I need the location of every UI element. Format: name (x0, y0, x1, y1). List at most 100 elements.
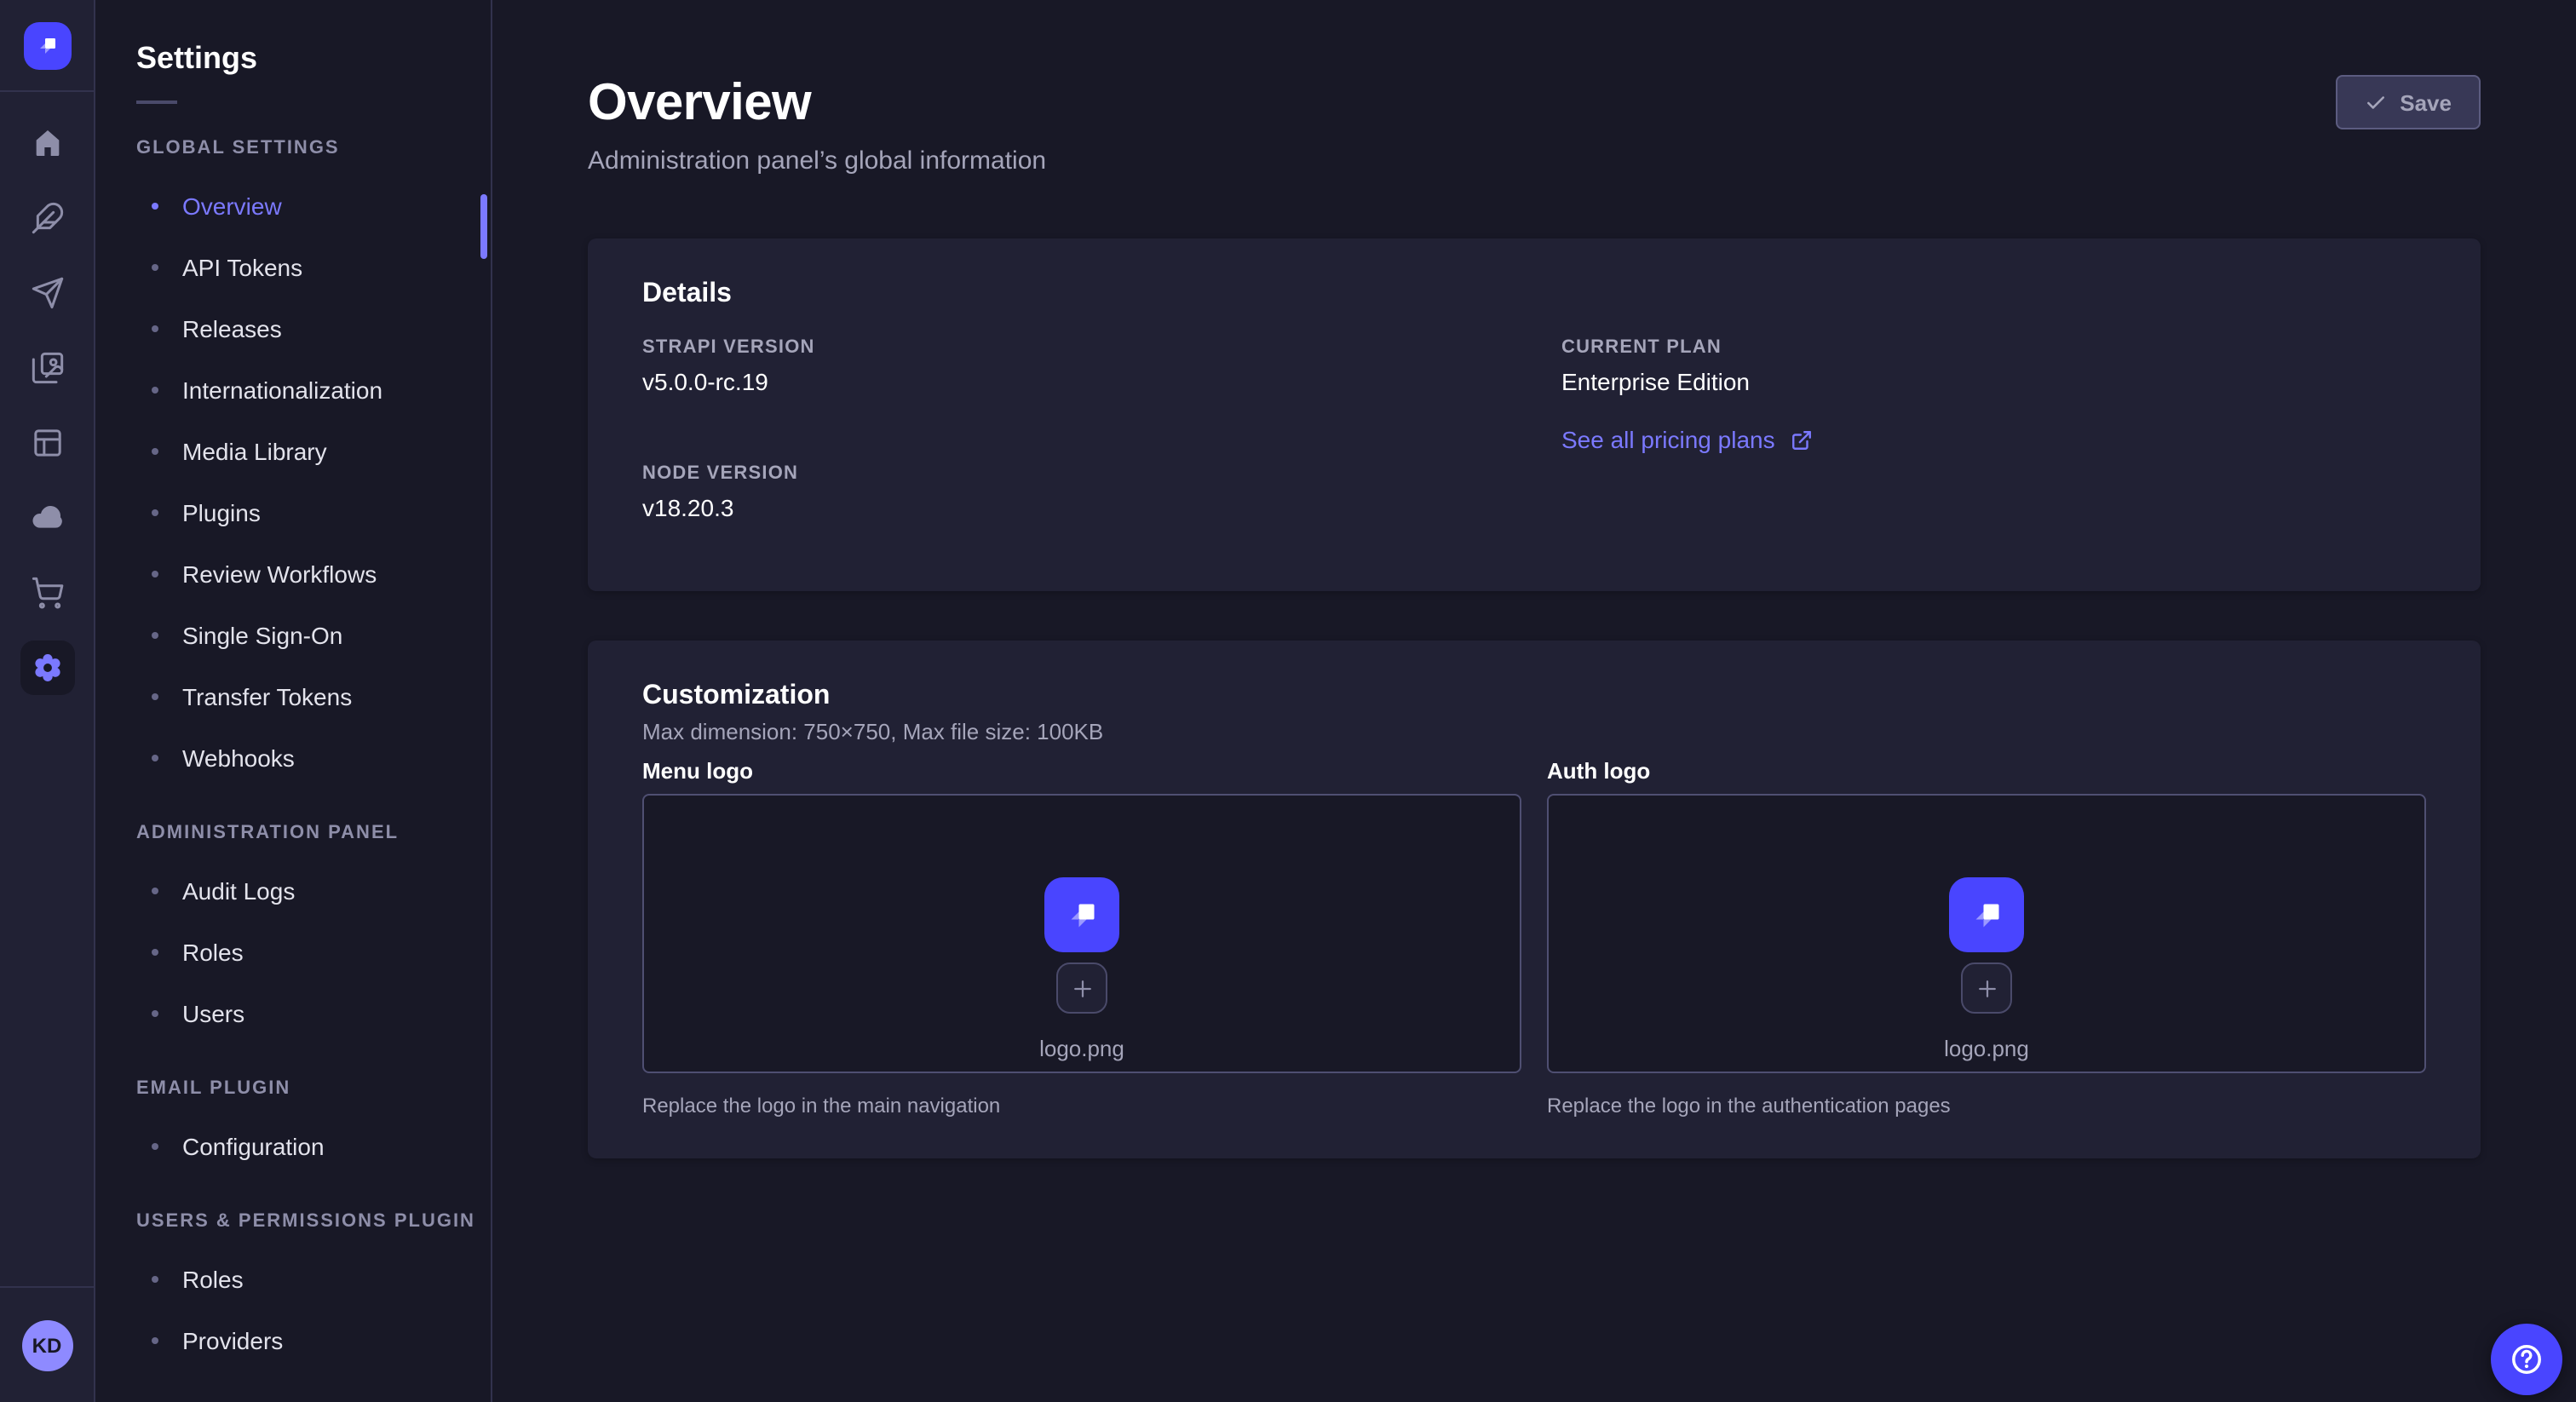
nav-content-button[interactable] (0, 181, 95, 256)
plus-icon (1974, 975, 1999, 1001)
bullet-icon (152, 632, 158, 639)
field-label: CURRENT PLAN (1561, 337, 2426, 358)
nav-marketplace-button[interactable] (0, 555, 95, 630)
subnav-title: Settings (136, 41, 491, 77)
nav-section-label: GLOBAL SETTINGS (136, 138, 491, 158)
nav-section-label: EMAIL PLUGIN (136, 1078, 491, 1099)
nav-item-webhooks[interactable]: Webhooks (95, 727, 491, 789)
check-icon (2364, 91, 2386, 113)
menu-logo-field: Menu logo (642, 758, 1521, 1118)
field-label: STRAPI VERSION (642, 337, 1507, 358)
bullet-icon (152, 949, 158, 956)
strapi-logo-icon (32, 30, 62, 60)
auth-logo-preview (1949, 877, 2024, 952)
node-version-field: NODE VERSION v18.20.3 (642, 463, 1507, 521)
customization-card: Customization Max dimension: 750×750, Ma… (588, 641, 2481, 1158)
help-icon (2508, 1341, 2545, 1378)
nav-section-list: Roles Providers (95, 1249, 491, 1371)
subnav-scrollbar-thumb[interactable] (480, 194, 487, 259)
auth-logo-dropzone[interactable]: logo.png (1547, 794, 2426, 1073)
gear-icon (20, 641, 74, 695)
menu-logo-helper: Replace the logo in the main navigation (642, 1094, 1521, 1118)
customization-card-subtitle: Max dimension: 750×750, Max file size: 1… (642, 719, 2426, 744)
nav-item-up-providers[interactable]: Providers (95, 1310, 491, 1371)
current-plan-field: CURRENT PLAN Enterprise Edition (1561, 337, 2426, 395)
nav-item-plugins[interactable]: Plugins (95, 482, 491, 543)
home-icon (20, 116, 74, 170)
nav-item-label: Single Sign-On (182, 622, 342, 649)
details-left-column: STRAPI VERSION v5.0.0-rc.19 NODE VERSION… (642, 337, 1507, 521)
icon-rail: KD (0, 0, 95, 1402)
nav-send-button[interactable] (0, 256, 95, 330)
bullet-icon (152, 387, 158, 394)
menu-logo-add-button[interactable] (1056, 962, 1107, 1014)
nav-item-releases[interactable]: Releases (95, 298, 491, 359)
nav-item-label: Users (182, 1000, 244, 1027)
nav-item-label: Roles (182, 1266, 244, 1293)
auth-logo-add-button[interactable] (1961, 962, 2012, 1014)
field-label: NODE VERSION (642, 463, 1507, 484)
nav-item-single-sign-on[interactable]: Single Sign-On (95, 605, 491, 666)
bullet-icon (152, 1337, 158, 1344)
nav-item-internationalization[interactable]: Internationalization (95, 359, 491, 421)
rail-header (0, 0, 94, 92)
feather-icon (20, 191, 74, 245)
nav-item-overview[interactable]: Overview (95, 175, 491, 237)
field-value: v5.0.0-rc.19 (642, 368, 1507, 395)
nav-item-label: Configuration (182, 1133, 325, 1160)
user-avatar[interactable]: KD (21, 1319, 72, 1370)
strapi-logo-icon (1964, 892, 2010, 938)
details-card: Details STRAPI VERSION v5.0.0-rc.19 NODE… (588, 238, 2481, 591)
help-button[interactable] (2491, 1324, 2562, 1395)
media-library-icon (20, 341, 74, 395)
logo-upload-grid: Menu logo (642, 758, 2426, 1118)
rail-nav (0, 92, 95, 705)
layout-icon (20, 416, 74, 470)
nav-item-admin-users[interactable]: Users (95, 983, 491, 1044)
nav-section-list: Audit Logs Roles Users (95, 860, 491, 1044)
nav-section-label: ADMINISTRATION PANEL (136, 823, 491, 843)
plus-icon (1069, 975, 1095, 1001)
save-button[interactable]: Save (2335, 75, 2481, 129)
menu-logo-dropzone[interactable]: logo.png (642, 794, 1521, 1073)
details-grid: STRAPI VERSION v5.0.0-rc.19 NODE VERSION… (642, 337, 2426, 521)
nav-item-label: Media Library (182, 438, 327, 465)
details-right-column: CURRENT PLAN Enterprise Edition See all … (1561, 337, 2426, 521)
bullet-icon (152, 1276, 158, 1283)
bullet-icon (152, 693, 158, 700)
nav-item-label: Roles (182, 939, 244, 966)
nav-layout-button[interactable] (0, 405, 95, 480)
paper-plane-icon (20, 266, 74, 320)
nav-item-label: Transfer Tokens (182, 683, 352, 710)
bullet-icon (152, 1010, 158, 1017)
bullet-icon (152, 1143, 158, 1150)
nav-item-up-roles[interactable]: Roles (95, 1249, 491, 1310)
cloud-icon (20, 491, 74, 545)
nav-media-library-button[interactable] (0, 330, 95, 405)
page-header: Overview Administration panel’s global i… (494, 0, 2576, 175)
nav-item-label: Plugins (182, 499, 261, 526)
nav-home-button[interactable] (0, 106, 95, 181)
nav-item-email-configuration[interactable]: Configuration (95, 1116, 491, 1177)
bullet-icon (152, 888, 158, 894)
nav-cloud-button[interactable] (0, 480, 95, 555)
details-card-title: Details (642, 279, 2426, 310)
pricing-plans-link[interactable]: See all pricing plans (1561, 426, 1813, 453)
bullet-icon (152, 203, 158, 210)
nav-item-api-tokens[interactable]: API Tokens (95, 237, 491, 298)
settings-subnav: Settings GLOBAL SETTINGS Overview API To… (95, 0, 492, 1402)
bullet-icon (152, 509, 158, 516)
field-value: Enterprise Edition (1561, 368, 2426, 395)
nav-item-media-library[interactable]: Media Library (95, 421, 491, 482)
nav-item-transfer-tokens[interactable]: Transfer Tokens (95, 666, 491, 727)
nav-item-admin-roles[interactable]: Roles (95, 922, 491, 983)
strapi-logo-icon (1059, 892, 1105, 938)
workspace-logo-button[interactable] (23, 21, 71, 69)
subnav-title-rule (136, 101, 177, 104)
nav-item-review-workflows[interactable]: Review Workflows (95, 543, 491, 605)
nav-item-audit-logs[interactable]: Audit Logs (95, 860, 491, 922)
nav-settings-button[interactable] (0, 630, 95, 705)
auth-logo-label: Auth logo (1547, 758, 2426, 784)
auth-logo-filename: logo.png (1944, 1036, 2029, 1061)
field-value: v18.20.3 (642, 494, 1507, 521)
